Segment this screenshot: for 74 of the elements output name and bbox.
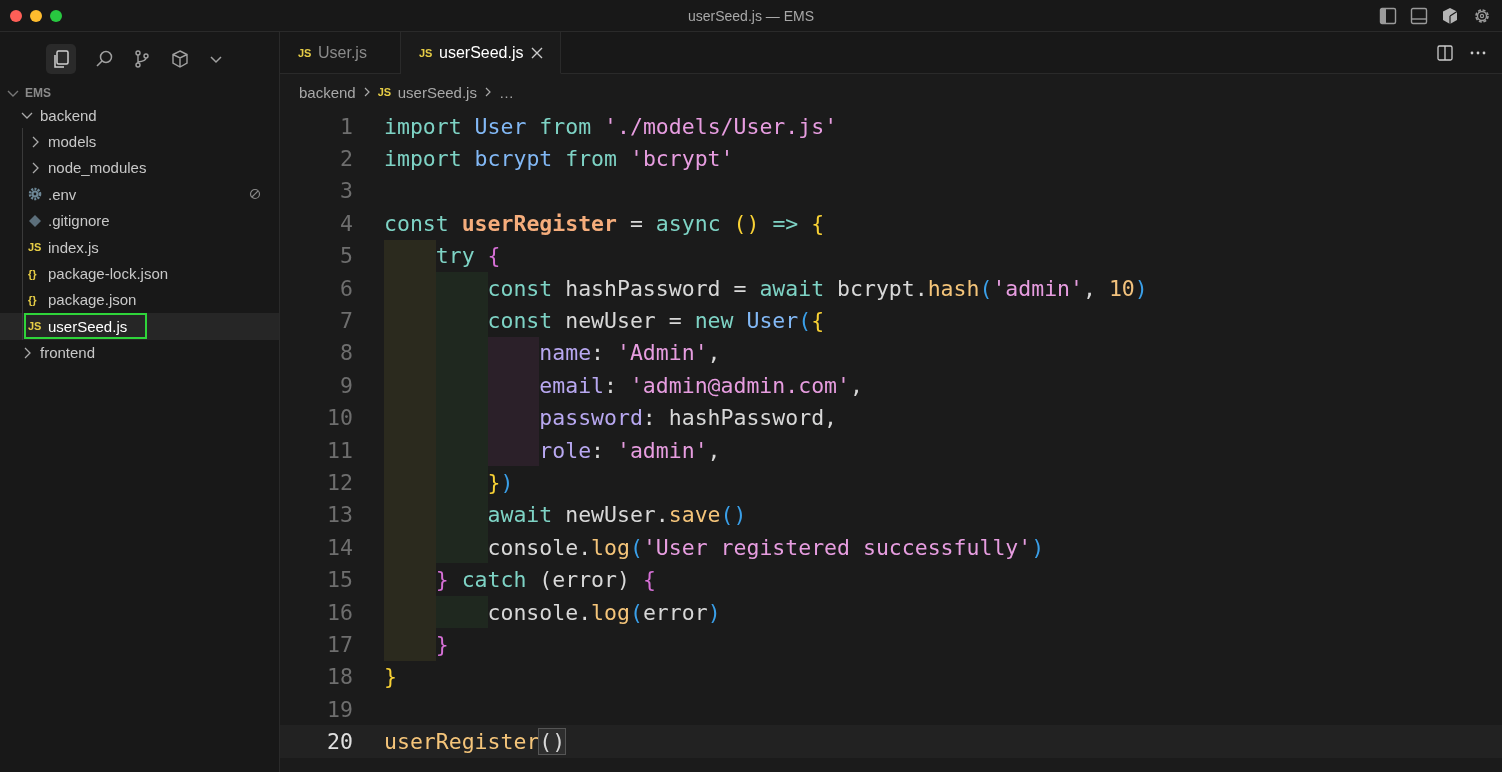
line-number: 19 xyxy=(326,696,354,722)
code-line: await newUser.save() xyxy=(487,502,747,528)
source-control-icon[interactable] xyxy=(132,49,152,69)
code-line: } catch (error) { xyxy=(435,567,656,593)
line-number: 8 xyxy=(339,340,354,366)
code-line: import bcrypt from 'bcrypt' xyxy=(384,146,734,172)
line-number: 12 xyxy=(326,470,354,495)
close-window-button[interactable] xyxy=(10,9,22,22)
file-type-icon: {} xyxy=(28,293,42,306)
file-tree-item[interactable]: .gitignore xyxy=(26,207,130,234)
files-icon xyxy=(51,49,71,69)
line-number: 17 xyxy=(326,631,354,657)
file-tree-item[interactable]: .env xyxy=(26,181,97,208)
sidebar-toggle-icon[interactable] xyxy=(1379,6,1397,25)
code-line: const hashPassword = await bcrypt.hash('admin', 10) xyxy=(487,275,1148,301)
search-icon[interactable] xyxy=(94,49,114,69)
code-line: import User from './models/User.js' xyxy=(384,113,838,139)
explorer-tab[interactable] xyxy=(46,44,76,74)
workspace-title: EMS xyxy=(25,86,51,100)
line-number: 2 xyxy=(339,146,354,172)
line-number: 10 xyxy=(326,405,354,431)
code-line: const userRegister = async () => { xyxy=(384,210,825,236)
file-tree-item[interactable]: models xyxy=(26,128,117,155)
file-type-icon: {} xyxy=(28,267,42,280)
file-tree-item[interactable]: {} package-lock.json xyxy=(26,260,189,287)
code-line: console.log(error) xyxy=(487,599,721,625)
line-number: 20 xyxy=(326,729,354,755)
code-line: } xyxy=(384,664,397,690)
code-line: try { xyxy=(435,243,501,269)
file-tree-item[interactable]: {} package.json xyxy=(26,286,157,313)
workspace-header[interactable]: EMS xyxy=(0,78,51,102)
breadcrumb-item[interactable]: userSeed.js xyxy=(397,83,477,101)
code-line: const newUser = new User({ xyxy=(487,308,825,334)
panel-toggle-icon[interactable] xyxy=(1410,6,1428,25)
line-number: 9 xyxy=(339,372,354,398)
file-type-icon: JS xyxy=(28,241,42,254)
breadcrumb-item[interactable]: … xyxy=(498,83,514,101)
more-actions-icon[interactable] xyxy=(1470,49,1486,56)
file-tree-item[interactable]: backend xyxy=(18,102,117,129)
line-number: 18 xyxy=(326,664,354,690)
file-type-icon: JS xyxy=(377,86,392,98)
cube-icon[interactable] xyxy=(1441,6,1459,25)
line-number: 1 xyxy=(339,113,354,139)
line-number: 5 xyxy=(339,243,354,269)
code-line: role: 'admin', xyxy=(539,437,721,463)
line-number: 6 xyxy=(339,275,354,301)
line-number: 11 xyxy=(326,437,354,463)
line-number: 15 xyxy=(326,567,354,593)
diamond-icon xyxy=(28,213,42,228)
file-tree-item[interactable]: JS index.js xyxy=(26,234,119,261)
zoom-window-button[interactable] xyxy=(50,9,62,22)
line-number: 4 xyxy=(339,210,354,236)
cube-icon[interactable] xyxy=(170,49,190,69)
line-number: 16 xyxy=(326,599,354,625)
code-line: }) xyxy=(487,470,514,495)
breadcrumb-item[interactable]: backend xyxy=(299,83,356,101)
code-line: console.log('User registered successfully') xyxy=(487,534,1045,560)
line-number: 3 xyxy=(339,178,354,204)
code-line: name: 'Admin', xyxy=(539,340,721,366)
code-line: email: 'admin@admin.com', xyxy=(539,372,863,398)
line-number: 14 xyxy=(326,534,354,560)
file-tree-item[interactable]: frontend xyxy=(18,339,116,366)
split-editor-icon[interactable] xyxy=(1436,43,1454,62)
line-number: 13 xyxy=(326,502,354,528)
gear-icon xyxy=(28,187,42,202)
code-line: password: hashPassword, xyxy=(539,405,838,431)
file-tree-item[interactable]: node_modules xyxy=(26,154,167,181)
window-title: userSeed.js — EMS xyxy=(687,7,815,24)
code-line: userRegister() xyxy=(384,729,566,755)
line-number: 7 xyxy=(339,308,354,334)
close-icon[interactable] xyxy=(529,45,544,60)
code-line: } xyxy=(435,631,449,657)
file-type-icon: JS xyxy=(28,320,42,333)
minimize-window-button[interactable] xyxy=(30,9,42,22)
